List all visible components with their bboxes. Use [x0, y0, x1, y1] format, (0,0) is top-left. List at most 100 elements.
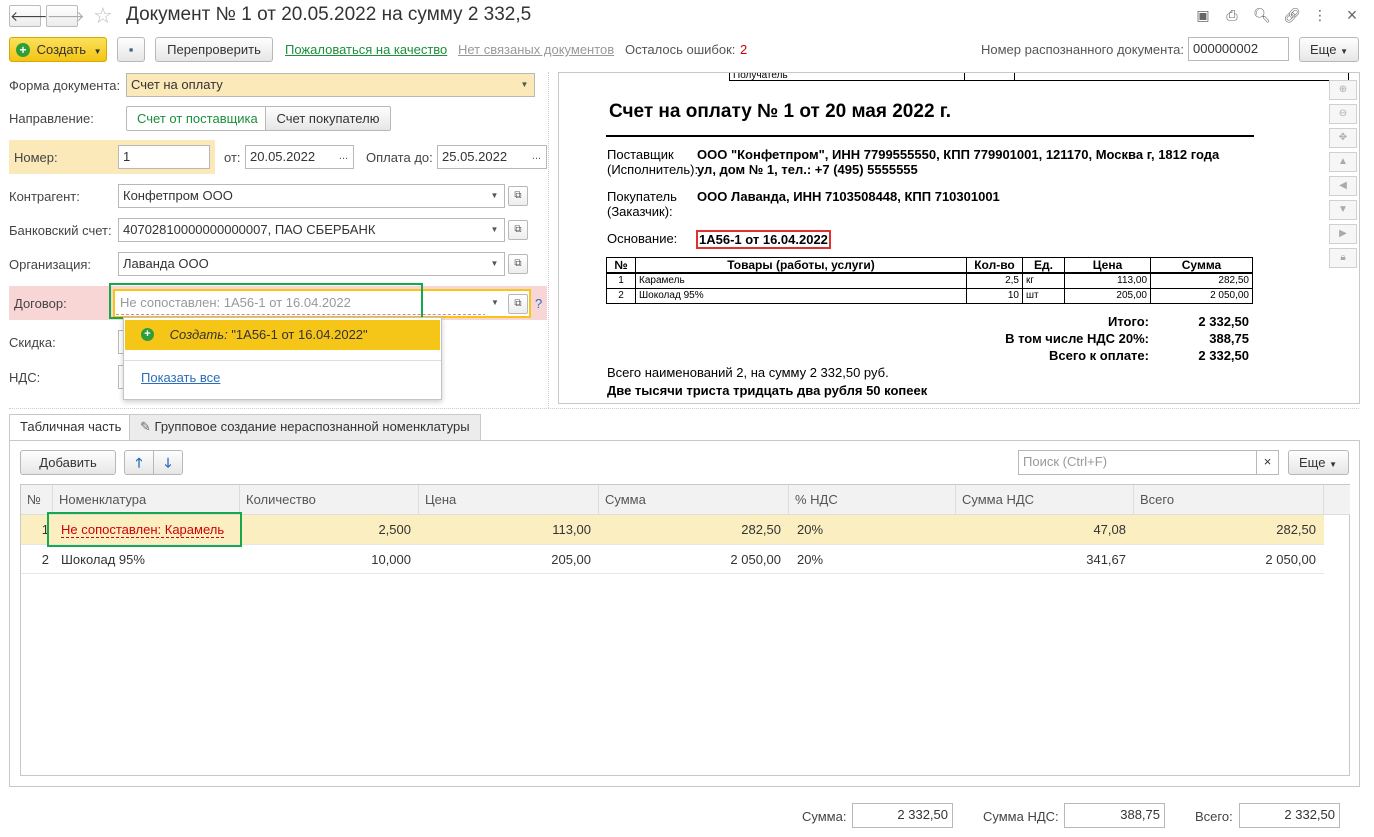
- open-item-icon[interactable]: ⧉: [508, 220, 528, 240]
- zoom-in-icon[interactable]: ⊕: [1329, 80, 1357, 100]
- footer-total-field: 2 332,50: [1239, 803, 1340, 828]
- recognized-number-field[interactable]: 000000002: [1188, 37, 1289, 61]
- chevron-right-icon[interactable]: ▶: [1329, 224, 1357, 244]
- grid-more-button[interactable]: Еще ▼: [1288, 450, 1349, 475]
- invoice-table-row: 2 Шоколад 95% 10 шт 205,00 2 050,00: [606, 287, 1253, 304]
- create-button[interactable]: + Создать ▼: [9, 37, 107, 62]
- chevron-down-icon[interactable]: ▼: [1329, 200, 1357, 220]
- doc-form-select[interactable]: Счет на оплату: [126, 73, 516, 97]
- menu-dots-icon[interactable]: ⋮: [1310, 5, 1330, 25]
- footer-vat-field: 388,75: [1064, 803, 1165, 828]
- back-button[interactable]: 🡐: [9, 5, 48, 27]
- add-row-button[interactable]: Добавить: [20, 450, 116, 475]
- inv-col-unit: Ед.: [1022, 257, 1065, 274]
- row-sum[interactable]: 282,50: [599, 515, 789, 544]
- vertical-splitter[interactable]: [548, 72, 549, 408]
- organization-field[interactable]: Лаванда ООО: [118, 252, 486, 276]
- pay-until-field[interactable]: 25.05.2022: [437, 145, 528, 169]
- plus-circle-icon: +: [16, 42, 30, 57]
- row-vat-rate[interactable]: 20%: [789, 515, 956, 544]
- favorite-star-icon[interactable]: ☆: [93, 3, 113, 29]
- row-total[interactable]: 282,50: [1134, 515, 1324, 544]
- grid-search-clear[interactable]: ×: [1256, 450, 1279, 475]
- complain-link[interactable]: Пожаловаться на качество: [285, 42, 447, 57]
- preview-top-divider: [964, 73, 965, 81]
- counterparty-field[interactable]: Конфетпром ООО: [118, 184, 486, 208]
- direction-buyer-toggle[interactable]: Счет покупателю: [265, 106, 391, 131]
- save-file-icon[interactable]: ▣: [1193, 5, 1213, 25]
- dropdown-show-all-link[interactable]: Показать все: [141, 370, 220, 385]
- forward-button[interactable]: 🡒: [46, 5, 85, 27]
- row-quantity[interactable]: 10,000: [240, 545, 419, 574]
- contract-help-link[interactable]: ?: [535, 296, 542, 311]
- col-header-nomenclature[interactable]: Номенклатура: [53, 485, 240, 515]
- move-icon[interactable]: ✥: [1329, 128, 1357, 148]
- open-item-icon[interactable]: ⧉: [508, 254, 528, 274]
- basis-label: Основание:: [607, 231, 678, 246]
- tab-group-creation[interactable]: ✎ Групповое создание нераспознанной номе…: [129, 414, 481, 440]
- number-field[interactable]: 1: [118, 145, 210, 169]
- invoice-heading: Счет на оплату № 1 от 20 мая 2022 г.: [609, 101, 952, 122]
- recheck-button[interactable]: Перепроверить: [155, 37, 273, 62]
- calendar-dots-button[interactable]: ...: [334, 145, 354, 169]
- supplier-label: Поставщик: [607, 147, 674, 162]
- chevron-up-icon[interactable]: ▲: [1329, 152, 1357, 172]
- discount-label: Скидка:: [9, 335, 56, 350]
- organization-label: Организация:: [9, 257, 92, 272]
- inv-cell: 2 050,00: [1150, 287, 1253, 304]
- grid-search-input[interactable]: Поиск (Ctrl+F): [1018, 450, 1257, 475]
- row-total[interactable]: 2 050,00: [1134, 545, 1324, 574]
- horizontal-splitter[interactable]: [9, 408, 1359, 409]
- vat-total-label: В том числе НДС 20%:: [1005, 331, 1149, 346]
- col-header-num[interactable]: №: [21, 485, 53, 515]
- chevron-down-icon[interactable]: ▼: [485, 218, 505, 242]
- col-header-sum[interactable]: Сумма: [599, 485, 789, 515]
- dropdown-create-item[interactable]: + Создать: "1А56-1 от 16.04.2022": [125, 320, 440, 350]
- save-button[interactable]: ▪: [117, 37, 145, 62]
- open-item-icon[interactable]: ⧉: [508, 186, 528, 206]
- bank-account-field[interactable]: 40702810000000000007, ПАО СБЕРБАНК: [118, 218, 486, 242]
- tab-group-creation-label: Групповое создание нераспознанной номенк…: [154, 419, 470, 434]
- col-header-filler: [1324, 485, 1350, 515]
- contract-label: Договор:: [14, 296, 67, 311]
- no-linked-docs-link[interactable]: Нет связаных документов: [458, 42, 614, 57]
- row-price[interactable]: 205,00: [419, 545, 599, 574]
- row-vat-rate[interactable]: 20%: [789, 545, 956, 574]
- calendar-dots-button[interactable]: ...: [527, 145, 547, 169]
- row-nomenclature[interactable]: Шоколад 95%: [53, 545, 240, 574]
- row-vat-sum[interactable]: 341,67: [956, 545, 1134, 574]
- col-header-vat-rate[interactable]: % НДС: [789, 485, 956, 515]
- move-down-button[interactable]: 🡓: [153, 450, 183, 475]
- tab-table-part[interactable]: Табличная часть: [9, 414, 133, 441]
- chevron-down-icon[interactable]: ▼: [515, 73, 535, 97]
- from-date-field[interactable]: 20.05.2022: [245, 145, 335, 169]
- chevron-down-icon[interactable]: ▼: [485, 292, 505, 315]
- open-item-icon[interactable]: ⧉: [508, 294, 528, 314]
- zoom-out-icon[interactable]: ⊖: [1329, 104, 1357, 124]
- lock-icon[interactable]: 🔒︎: [1329, 248, 1357, 268]
- col-header-total[interactable]: Всего: [1134, 485, 1324, 515]
- link-icon[interactable]: 🔗︎: [1282, 5, 1302, 25]
- col-header-quantity[interactable]: Количество: [240, 485, 419, 515]
- move-up-button[interactable]: 🡑: [124, 450, 154, 475]
- more-label: Еще: [1310, 42, 1337, 57]
- row-quantity[interactable]: 2,500: [240, 515, 419, 544]
- preview-icon[interactable]: 🔍︎: [1252, 5, 1272, 25]
- close-icon[interactable]: ×: [1342, 5, 1362, 25]
- col-header-price[interactable]: Цена: [419, 485, 599, 515]
- direction-supplier-toggle[interactable]: Счет от поставщика: [126, 106, 266, 131]
- chevron-down-icon[interactable]: ▼: [485, 184, 505, 208]
- inv-col-sum: Сумма: [1150, 257, 1253, 274]
- row-price[interactable]: 113,00: [419, 515, 599, 544]
- from-label: от:: [224, 150, 241, 165]
- col-header-vat-sum[interactable]: Сумма НДС: [956, 485, 1134, 515]
- row-vat-sum[interactable]: 47,08: [956, 515, 1134, 544]
- print-icon[interactable]: ⎙: [1222, 5, 1242, 25]
- inv-col-num: №: [606, 257, 636, 274]
- inv-cell: 113,00: [1064, 272, 1151, 289]
- more-button[interactable]: Еще ▼: [1299, 37, 1359, 62]
- row-sum[interactable]: 2 050,00: [599, 545, 789, 574]
- inv-cell: кг: [1022, 272, 1065, 289]
- chevron-left-icon[interactable]: ◀: [1329, 176, 1357, 196]
- chevron-down-icon[interactable]: ▼: [485, 252, 505, 276]
